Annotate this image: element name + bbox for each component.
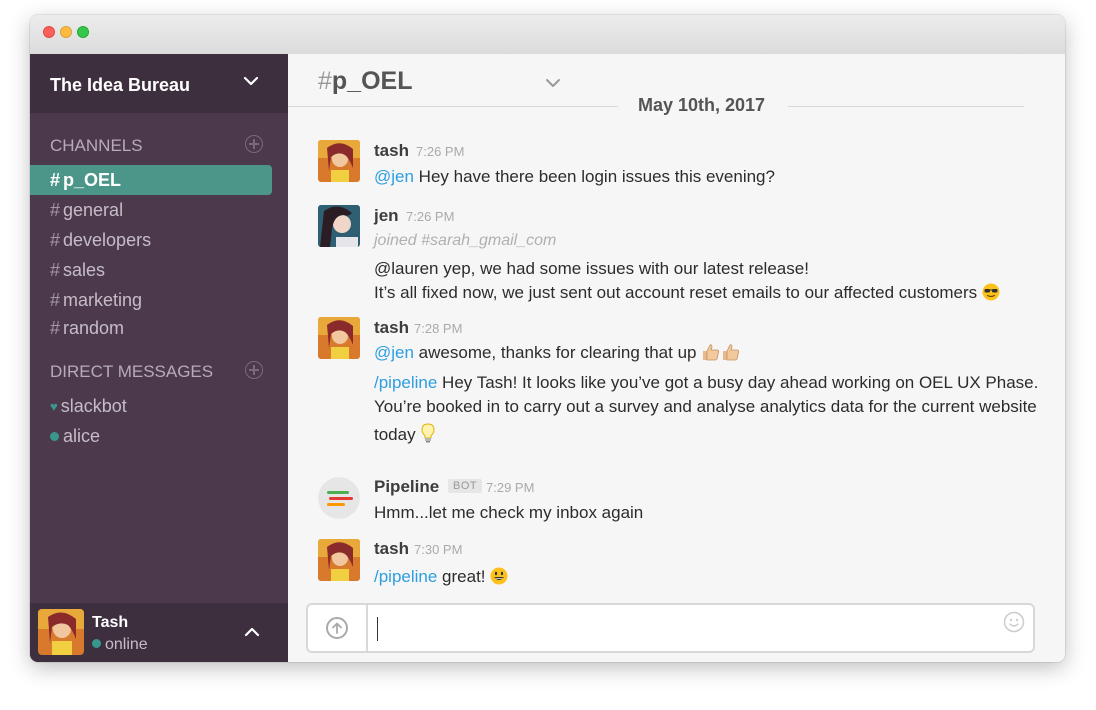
zoom-window-button[interactable]	[77, 26, 89, 38]
avatar[interactable]	[318, 539, 360, 581]
add-direct-message-icon[interactable]	[245, 361, 263, 379]
message-pane: #p_OEL May 10th, 2017 tash 7:26 PM @jen …	[288, 54, 1065, 662]
message-text: @jen awesome, thanks for clearing that u…	[374, 343, 741, 366]
sidebar-channel-p-oel[interactable]: # p_OEL	[30, 165, 272, 195]
channel-title[interactable]: #p_OEL	[318, 67, 412, 96]
message-text: /pipeline Hey Tash! It looks like you’ve…	[374, 373, 1039, 392]
text-cursor	[377, 617, 378, 641]
message-author[interactable]: tash	[374, 141, 409, 161]
avatar[interactable]	[318, 317, 360, 359]
title-bar	[30, 15, 1065, 55]
sidebar-dm-alice[interactable]: alice	[50, 421, 100, 451]
avatar[interactable]	[318, 140, 360, 182]
grinning-emoji-icon	[490, 567, 508, 590]
bot-badge: BOT	[448, 479, 483, 493]
message-time[interactable]: 7:26 PM	[406, 209, 454, 224]
channels-heading[interactable]: CHANNELS	[50, 136, 143, 156]
message-text: today	[374, 423, 436, 448]
user-avatar	[38, 609, 84, 655]
chevron-down-icon[interactable]	[545, 78, 561, 88]
user-status: online	[92, 636, 148, 654]
sidebar-dm-slackbot[interactable]: ♥ slackbot	[50, 391, 127, 421]
chevron-up-icon[interactable]	[244, 627, 260, 637]
sidebar-channel-developers[interactable]: # developers	[30, 225, 272, 255]
message-text: It’s all fixed now, we just sent out acc…	[374, 283, 1000, 306]
message-time[interactable]: 7:30 PM	[414, 542, 462, 557]
current-user-panel[interactable]: Tash online	[30, 603, 288, 662]
message-time[interactable]: 7:29 PM	[486, 480, 534, 495]
date-divider-right	[788, 106, 1024, 107]
emoji-picker-icon[interactable]	[1003, 611, 1025, 633]
message-author[interactable]: tash	[374, 318, 409, 338]
add-channel-icon[interactable]	[245, 135, 263, 153]
message-time[interactable]: 7:28 PM	[414, 321, 462, 336]
user-name: Tash	[92, 614, 129, 631]
message-text: /pipeline great!	[374, 567, 508, 590]
join-notice: joined #sarah_gmail_com	[374, 232, 557, 249]
message-composer[interactable]	[306, 603, 1035, 653]
message-text: @lauren yep, we had some issues with our…	[374, 259, 809, 278]
thumbs-up-emoji-icon	[721, 343, 741, 366]
message-text: You’re booked in to carry out a survey a…	[374, 397, 1037, 416]
date-divider: May 10th, 2017	[638, 95, 766, 115]
thumbs-up-emoji-icon	[701, 343, 721, 366]
date-divider-left	[288, 106, 618, 107]
sidebar-channel-random[interactable]: # random	[30, 313, 272, 343]
upload-arrow-icon	[326, 617, 348, 639]
sunglasses-emoji-icon	[982, 283, 1000, 306]
sidebar-channel-marketing[interactable]: # marketing	[30, 285, 272, 315]
close-window-button[interactable]	[43, 26, 55, 38]
team-menu[interactable]: The Idea Bureau	[30, 54, 288, 113]
minimize-window-button[interactable]	[60, 26, 72, 38]
avatar[interactable]	[318, 205, 360, 247]
message-author[interactable]: tash	[374, 539, 409, 559]
message-author[interactable]: jen	[374, 206, 399, 226]
sidebar-channel-sales[interactable]: # sales	[30, 255, 272, 285]
chevron-down-icon	[243, 76, 259, 86]
direct-messages-heading[interactable]: DIRECT MESSAGES	[50, 362, 213, 382]
message-author[interactable]: Pipeline	[374, 477, 439, 497]
app-window: The Idea Bureau CHANNELS # p_OEL # general…	[30, 15, 1065, 662]
message-time[interactable]: 7:26 PM	[416, 144, 464, 159]
upload-button[interactable]	[308, 605, 368, 651]
team-name: The Idea Bureau	[50, 75, 191, 95]
lightbulb-emoji-icon	[420, 423, 436, 448]
online-dot	[92, 639, 101, 648]
sidebar: The Idea Bureau CHANNELS # p_OEL # general…	[30, 54, 288, 662]
message-text: Hmm...let me check my inbox again	[374, 503, 644, 522]
sidebar-channel-general[interactable]: # general	[30, 195, 272, 225]
message-text: @jen Hey have there been login issues th…	[374, 167, 775, 186]
heart-icon: ♥	[50, 399, 58, 414]
bot-avatar[interactable]	[318, 477, 360, 519]
presence-dot	[50, 432, 59, 441]
